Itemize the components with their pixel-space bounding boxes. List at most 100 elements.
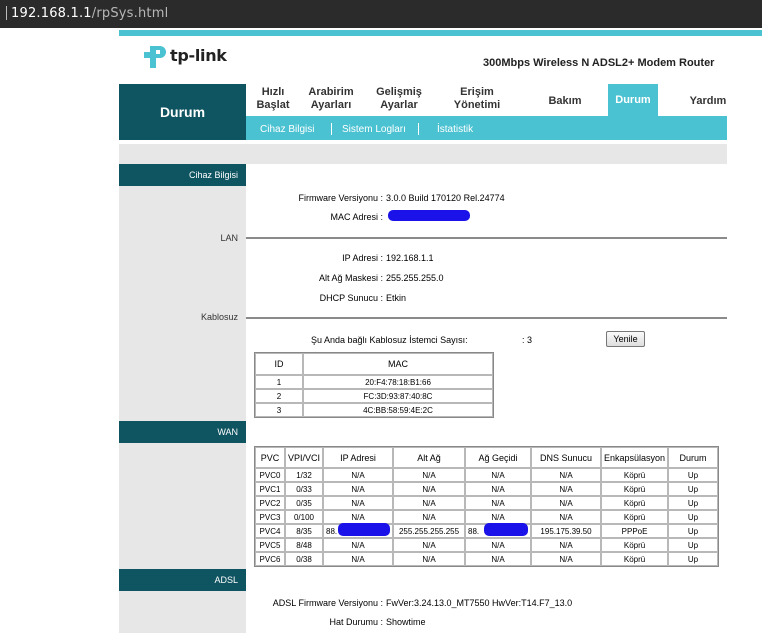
subnav-separator	[418, 123, 419, 135]
wireless-clients-label: Şu Anda bağlı Kablosuz İstemci Sayısı:	[311, 335, 468, 345]
nav-item-interface-setup[interactable]: Arabirim Ayarları	[302, 86, 360, 116]
table-cell: PPPoE	[601, 524, 669, 538]
browser-address-bar[interactable]: 192.168.1.1/rpSys.html	[0, 0, 762, 28]
table-cell: 8/48	[285, 538, 324, 552]
table-cell: N/A	[323, 510, 394, 524]
table-cell: Up	[668, 538, 718, 552]
nav-item-quick-setup[interactable]: Hızlı Başlat	[248, 86, 298, 116]
table-cell: Köprü	[601, 552, 669, 566]
table-cell: Köprü	[601, 468, 669, 482]
table-cell: 1/32	[285, 468, 324, 482]
wan-gateway-redacted	[484, 523, 528, 536]
table-cell: N/A	[393, 482, 466, 496]
table-cell: N/A	[465, 468, 532, 482]
table-row: 3 4C:BB:58:59:4E:2C	[255, 403, 493, 417]
table-cell: N/A	[531, 538, 602, 552]
table-cell: N/A	[393, 496, 466, 510]
table-cell: N/A	[393, 538, 466, 552]
table-row: PVC1 0/33 N/A N/A N/A N/A Köprü Up	[255, 482, 718, 496]
nav-item-access-management[interactable]: Erişim Yönetimi	[444, 86, 510, 116]
line-status-value: Showtime	[386, 617, 426, 627]
table-cell: 255.255.255.255	[393, 524, 466, 538]
table-cell: N/A	[465, 482, 532, 496]
table-cell: N/A	[465, 496, 532, 510]
table-cell: Up	[668, 510, 718, 524]
subnav-system-logs[interactable]: Sistem Logları	[342, 124, 406, 135]
table-row: PVC3 0/100 N/A N/A N/A N/A Köprü Up	[255, 510, 718, 524]
table-cell: N/A	[323, 538, 394, 552]
table-cell: Up	[668, 482, 718, 496]
sub-navigation-bar	[246, 116, 727, 140]
wan-table: PVC VPI/VCI IP Adresi Alt Ağ Ağ Geçidi D…	[254, 446, 719, 567]
table-cell: Up	[668, 468, 718, 482]
table-header: ID	[255, 353, 303, 375]
subnav-device-info[interactable]: Cihaz Bilgisi	[260, 124, 314, 135]
table-cell: N/A	[465, 552, 532, 566]
wireless-label: Kablosuz	[200, 312, 238, 322]
content-top-bar	[119, 144, 727, 164]
table-row: 2 FC:3D:93:87:40:8C	[255, 389, 493, 403]
table-cell: 8/35	[285, 524, 324, 538]
table-header: Enkapsülasyon	[601, 447, 669, 468]
table-cell: Köprü	[601, 538, 669, 552]
table-cell: N/A	[323, 552, 394, 566]
table-cell: Köprü	[601, 510, 669, 524]
table-cell: N/A	[393, 510, 466, 524]
table-cell: 0/38	[285, 552, 324, 566]
table-cell: N/A	[393, 468, 466, 482]
table-cell: N/A	[323, 482, 394, 496]
lan-divider	[246, 237, 727, 239]
section-device-info: Cihaz Bilgisi	[119, 164, 246, 186]
table-header: IP Adresi	[323, 447, 394, 468]
mac-value-redacted	[388, 210, 470, 221]
lan-ip-value: 192.168.1.1	[386, 253, 434, 263]
table-cell: 0/33	[285, 482, 324, 496]
table-header: Durum	[668, 447, 718, 468]
table-cell: Up	[668, 552, 718, 566]
table-row: 1 20:F4:78:18:B1:66	[255, 375, 493, 389]
section-wan: WAN	[119, 421, 246, 443]
table-cell: N/A	[465, 510, 532, 524]
table-cell: Up	[668, 524, 718, 538]
table-header: VPI/VCI	[285, 447, 324, 468]
table-row: PVC2 0/35 N/A N/A N/A N/A Köprü Up	[255, 496, 718, 510]
table-cell: 195.175.39.50	[531, 524, 602, 538]
logo-text: tp-link	[170, 46, 227, 65]
table-cell: 0/35	[285, 496, 324, 510]
current-section-title: Durum	[159, 104, 206, 120]
table-cell: N/A	[465, 538, 532, 552]
table-cell: N/A	[531, 468, 602, 482]
table-cell: Köprü	[601, 482, 669, 496]
nav-item-advanced-setup[interactable]: Gelişmiş Ayarlar	[368, 86, 430, 116]
table-row: PVC6 0/38 N/A N/A N/A N/A Köprü Up	[255, 552, 718, 566]
table-cell: PVC5	[255, 538, 285, 552]
table-cell: PVC6	[255, 552, 285, 566]
table-cell: N/A	[531, 482, 602, 496]
section-adsl: ADSL	[119, 569, 246, 591]
wireless-clients-value: : 3	[522, 335, 533, 345]
address-bar-divider	[6, 6, 7, 20]
table-cell: PVC3	[255, 510, 285, 524]
tp-link-logo: tp-link	[140, 42, 240, 72]
table-cell: PVC1	[255, 482, 285, 496]
refresh-button[interactable]: Yenile	[606, 331, 645, 347]
table-cell: Köprü	[601, 496, 669, 510]
adsl-firmware-value: FwVer:3.24.13.0_MT7550 HwVer:T14.F7_13.0	[386, 598, 573, 608]
subnav-separator	[331, 123, 332, 135]
table-cell: N/A	[531, 510, 602, 524]
lan-mask-value: 255.255.255.0	[386, 273, 444, 283]
wan-ip-redacted	[338, 523, 390, 536]
table-cell: PVC4	[255, 524, 285, 538]
table-cell: 0/100	[285, 510, 324, 524]
subnav-statistics[interactable]: İstatistik	[437, 124, 473, 135]
tp-link-logo-icon	[144, 46, 166, 68]
model-name: 300Mbps Wireless N ADSL2+ Modem Router	[483, 57, 715, 69]
lan-label: LAN	[220, 233, 238, 243]
table-header: Ağ Geçidi	[465, 447, 532, 468]
table-row: PVC5 8/48 N/A N/A N/A N/A Köprü Up	[255, 538, 718, 552]
wireless-clients-table: ID MAC 1 20:F4:78:18:B1:66 2 FC:3D:93:87:4…	[254, 352, 494, 418]
table-cell: N/A	[323, 496, 394, 510]
table-header: PVC	[255, 447, 285, 468]
table-cell: PVC0	[255, 468, 285, 482]
url-text[interactable]: 192.168.1.1/rpSys.html	[11, 6, 168, 21]
